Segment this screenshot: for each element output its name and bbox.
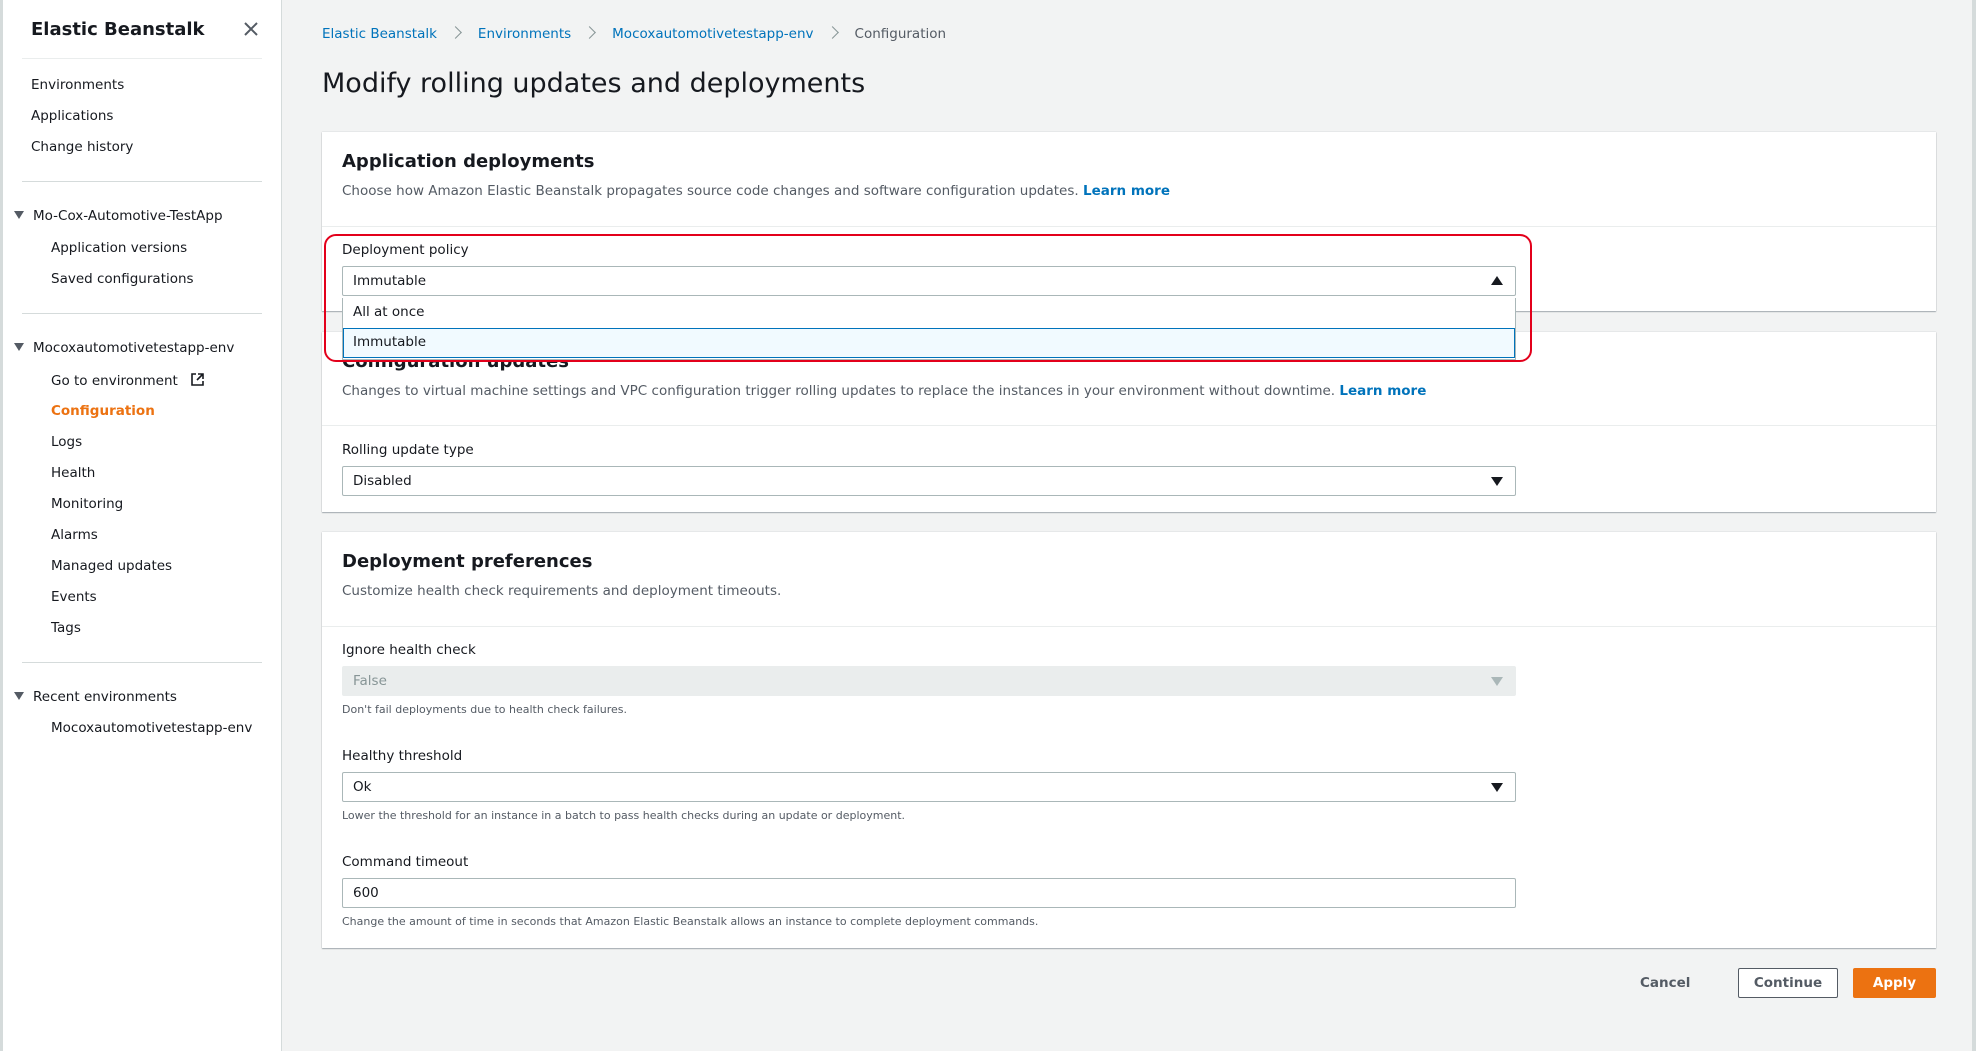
option-immutable[interactable]: Immutable	[343, 328, 1515, 358]
breadcrumb: Elastic Beanstalk Environments Mocoxautomo…	[322, 26, 946, 42]
command-timeout-label: Command timeout	[342, 854, 469, 870]
option-all-at-once[interactable]: All at once	[343, 298, 1515, 328]
sidebar-item-change-history[interactable]: Change history	[31, 139, 133, 155]
cancel-button[interactable]: Cancel	[1640, 968, 1690, 998]
sidebar-item-applications[interactable]: Applications	[31, 108, 113, 124]
sidebar-item-events[interactable]: Events	[51, 589, 97, 605]
divider	[22, 58, 262, 59]
select-value: False	[353, 673, 387, 689]
sidebar-item-go-to-environment[interactable]: Go to environment	[51, 372, 205, 389]
page-title: Modify rolling updates and deployments	[322, 68, 866, 99]
sidebar-item-application-versions[interactable]: Application versions	[51, 240, 187, 256]
sidebar-group-app[interactable]: Mo-Cox-Automotive-TestApp	[14, 208, 223, 224]
sidebar-title: Elastic Beanstalk	[31, 19, 205, 40]
healthy-threshold-hint: Lower the threshold for an instance in a…	[342, 809, 905, 822]
divider	[22, 313, 262, 314]
sidebar-item-label: Go to environment	[51, 373, 178, 389]
sidebar-group-recent[interactable]: Recent environments	[14, 689, 177, 705]
select-value: Ok	[353, 779, 372, 795]
chevron-right-icon	[449, 26, 462, 39]
continue-button[interactable]: Continue	[1738, 968, 1838, 998]
select-value: Immutable	[353, 273, 427, 289]
panel-header: Deployment preferences Customize health …	[322, 532, 1936, 627]
chevron-right-icon	[825, 26, 839, 39]
rolling-update-type-label: Rolling update type	[342, 442, 474, 458]
ignore-health-check-label: Ignore health check	[342, 642, 476, 658]
sidebar-group-env[interactable]: Mocoxautomotivetestapp-env	[14, 340, 234, 356]
description-text: Changes to virtual machine settings and …	[342, 383, 1336, 399]
command-timeout-input[interactable]	[342, 878, 1516, 908]
ignore-health-check-select: False	[342, 666, 1516, 696]
caret-up-icon	[1491, 276, 1503, 285]
caret-down-icon	[1491, 477, 1503, 486]
healthy-threshold-select[interactable]: Ok	[342, 772, 1516, 802]
breadcrumb-link[interactable]: Mocoxautomotivetestapp-env	[612, 26, 813, 42]
sidebar-item-environments[interactable]: Environments	[31, 77, 124, 93]
deployment-policy-label: Deployment policy	[342, 242, 469, 258]
healthy-threshold-label: Healthy threshold	[342, 748, 463, 764]
scrollbar[interactable]	[1972, 0, 1976, 1051]
chevron-right-icon	[583, 26, 597, 39]
sidebar-group-label: Recent environments	[33, 689, 177, 705]
sidebar-item-configuration[interactable]: Configuration	[51, 403, 155, 419]
sidebar-edge	[0, 0, 3, 1051]
panel-description: Changes to virtual machine settings and …	[342, 383, 1426, 399]
sidebar-item-monitoring[interactable]: Monitoring	[51, 496, 123, 512]
sidebar-item-saved-configurations[interactable]: Saved configurations	[51, 271, 194, 287]
sidebar-item-health[interactable]: Health	[51, 465, 95, 481]
external-link-icon	[191, 373, 204, 386]
apply-button[interactable]: Apply	[1853, 968, 1936, 998]
deployment-preferences-panel: Deployment preferences Customize health …	[322, 532, 1936, 948]
sidebar-item-recent-env[interactable]: Mocoxautomotivetestapp-env	[51, 720, 252, 736]
panel-description: Customize health check requirements and …	[342, 583, 782, 599]
panel-header: Application deployments Choose how Amazo…	[322, 132, 1936, 227]
app-deployments-panel: Application deployments Choose how Amazo…	[322, 132, 1936, 311]
command-timeout-hint: Change the amount of time in seconds tha…	[342, 915, 1039, 928]
learn-more-link[interactable]: Learn more	[1083, 183, 1170, 199]
deployment-policy-options: All at once Immutable	[342, 298, 1516, 360]
caret-down-icon	[14, 343, 24, 351]
divider	[22, 662, 262, 663]
ignore-health-check-hint: Don't fail deployments due to health che…	[342, 703, 628, 716]
panel-title: Deployment preferences	[342, 551, 593, 572]
sidebar-group-label: Mo-Cox-Automotive-TestApp	[33, 208, 223, 224]
caret-down-icon	[1491, 677, 1503, 686]
panel-title: Application deployments	[342, 151, 595, 172]
deployment-policy-select[interactable]: Immutable	[342, 266, 1516, 296]
breadcrumb-link[interactable]: Environments	[478, 26, 571, 42]
caret-down-icon	[14, 211, 24, 219]
sidebar-group-label: Mocoxautomotivetestapp-env	[33, 340, 235, 356]
breadcrumb-link[interactable]: Elastic Beanstalk	[322, 26, 437, 42]
breadcrumb-current: Configuration	[854, 26, 947, 42]
sidebar-item-managed-updates[interactable]: Managed updates	[51, 558, 172, 574]
divider	[22, 181, 262, 182]
rolling-update-type-select[interactable]: Disabled	[342, 466, 1516, 496]
panel-description: Choose how Amazon Elastic Beanstalk prop…	[342, 183, 1170, 199]
sidebar-item-logs[interactable]: Logs	[51, 434, 82, 450]
learn-more-link[interactable]: Learn more	[1339, 383, 1426, 399]
caret-down-icon	[1491, 783, 1503, 792]
close-icon[interactable]	[240, 18, 262, 40]
sidebar-item-alarms[interactable]: Alarms	[51, 527, 98, 543]
sidebar-item-tags[interactable]: Tags	[51, 620, 81, 636]
sidebar: Elastic Beanstalk Environments Applicati…	[0, 0, 282, 1051]
caret-down-icon	[14, 692, 24, 700]
description-text: Choose how Amazon Elastic Beanstalk prop…	[342, 183, 1079, 199]
select-value: Disabled	[353, 473, 412, 489]
